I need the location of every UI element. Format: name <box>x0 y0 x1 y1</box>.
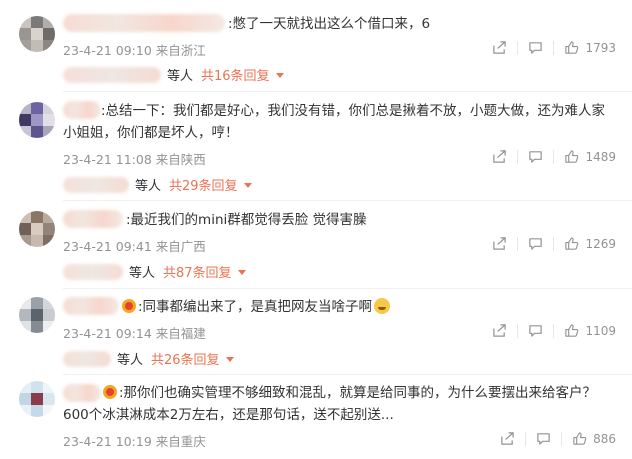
comment-text: :同事都编出来了，是真把网友当啥子啊 <box>122 296 602 318</box>
comment-icon <box>529 238 543 250</box>
replies-count: 共29条回复 <box>169 179 238 194</box>
divider <box>561 431 563 446</box>
thumbs-up-icon <box>573 432 587 445</box>
comment-actions: 1793 <box>492 40 616 55</box>
avatar[interactable] <box>19 16 55 52</box>
comment-icon <box>529 42 543 54</box>
divider <box>63 91 632 92</box>
comment-meta: 23-4-21 10:19 来自重庆 <box>63 434 206 449</box>
replies-who: 等人 <box>129 266 156 281</box>
like-button[interactable]: 1793 <box>564 40 616 55</box>
avatar[interactable] <box>19 102 55 138</box>
divider <box>517 323 519 338</box>
replies-who: 等人 <box>117 353 144 368</box>
divider <box>553 323 555 338</box>
divider <box>525 431 527 446</box>
replies-toggle[interactable]: 等人 共29条回复 <box>63 175 252 194</box>
comment-text: :憋了一天就找出这么个借口来，6 <box>228 16 431 32</box>
laughing-emoji-icon <box>374 298 391 314</box>
chevron-down-icon <box>237 269 246 275</box>
divider <box>63 374 632 375</box>
comment-meta: 23-4-21 11:08 来自陕西 <box>63 152 206 167</box>
blurred-reply-users <box>63 66 161 83</box>
divider <box>553 236 555 251</box>
like-count: 1269 <box>585 236 616 251</box>
like-count: 1489 <box>585 149 616 164</box>
share-button[interactable] <box>500 431 515 446</box>
share-icon <box>493 41 507 54</box>
comment-meta: 23-4-21 09:41 来自广西 <box>63 239 206 254</box>
replies-toggle[interactable]: 等人 共26条回复 <box>63 349 234 368</box>
thumbs-up-icon <box>565 237 579 250</box>
divider <box>517 236 519 251</box>
comment-button[interactable] <box>528 149 543 164</box>
divider <box>63 288 632 289</box>
blurred-reply-users <box>63 263 123 280</box>
comment-meta: 23-4-21 09:14 来自福建 <box>63 326 206 341</box>
divider <box>63 200 632 201</box>
divider <box>553 149 555 164</box>
replies-count: 共26条回复 <box>151 353 220 368</box>
comment-icon <box>537 433 550 445</box>
share-icon <box>501 432 514 445</box>
replies-who: 等人 <box>167 69 194 84</box>
vip-badge-icon <box>122 299 136 313</box>
replies-toggle[interactable]: 等人 共16条回复 <box>63 65 284 84</box>
comment-button[interactable] <box>528 40 543 55</box>
comment-button[interactable] <box>528 236 543 251</box>
replies-toggle[interactable]: 等人 共87条回复 <box>63 262 246 281</box>
comment-actions: 1109 <box>492 323 616 338</box>
blurred-username[interactable] <box>63 14 225 32</box>
share-icon <box>493 150 507 163</box>
thumbs-up-icon <box>565 150 579 163</box>
like-button[interactable]: 1489 <box>564 149 616 164</box>
share-button[interactable] <box>492 236 507 251</box>
vip-badge-icon <box>103 385 117 399</box>
like-count: 1109 <box>585 323 616 338</box>
comment-actions: 886 <box>500 431 616 446</box>
share-icon <box>493 324 507 337</box>
avatar[interactable] <box>19 211 55 247</box>
like-count: 886 <box>593 431 616 446</box>
blurred-username[interactable] <box>63 297 119 315</box>
comment-text: :最近我们的mini群都觉得丢脸 觉得害臊 <box>126 212 367 228</box>
share-button[interactable] <box>492 40 507 55</box>
replies-who: 等人 <box>135 179 162 194</box>
divider <box>517 40 519 55</box>
share-button[interactable] <box>492 323 507 338</box>
thumbs-up-icon <box>565 324 579 337</box>
blurred-reply-users <box>63 350 111 367</box>
like-button[interactable]: 1269 <box>564 236 616 251</box>
thumbs-up-icon <box>565 41 579 54</box>
replies-count: 共87条回复 <box>163 266 232 281</box>
like-button[interactable]: 1109 <box>564 323 616 338</box>
blurred-username[interactable] <box>63 210 123 228</box>
divider <box>553 40 555 55</box>
chevron-down-icon <box>243 182 252 188</box>
blurred-reply-users <box>63 176 129 193</box>
comment-actions: 1489 <box>492 149 616 164</box>
share-icon <box>493 237 507 250</box>
share-button[interactable] <box>492 149 507 164</box>
like-count: 1793 <box>585 40 616 55</box>
comment-icon <box>529 151 543 163</box>
chevron-down-icon <box>225 356 234 362</box>
avatar[interactable] <box>19 381 55 417</box>
comment-text: :那你们也确实管理不够细致和混乱，就算是给同事的，为什么要摆出来给客户？600个… <box>63 385 597 423</box>
comment-text: :总结一下：我们都是好心，我们没有错，你们总是揪着不放，小题大做，还为难人家小姐… <box>63 103 606 141</box>
comment-actions: 1269 <box>492 236 616 251</box>
comment-meta: 23-4-21 09:10 来自浙江 <box>63 43 206 58</box>
comment-icon <box>529 325 543 337</box>
replies-count: 共16条回复 <box>201 69 270 84</box>
avatar[interactable] <box>19 297 55 333</box>
comment-button[interactable] <box>536 431 551 446</box>
like-button[interactable]: 886 <box>572 431 616 446</box>
comment-button[interactable] <box>528 323 543 338</box>
divider <box>517 149 519 164</box>
chevron-down-icon <box>275 72 284 78</box>
